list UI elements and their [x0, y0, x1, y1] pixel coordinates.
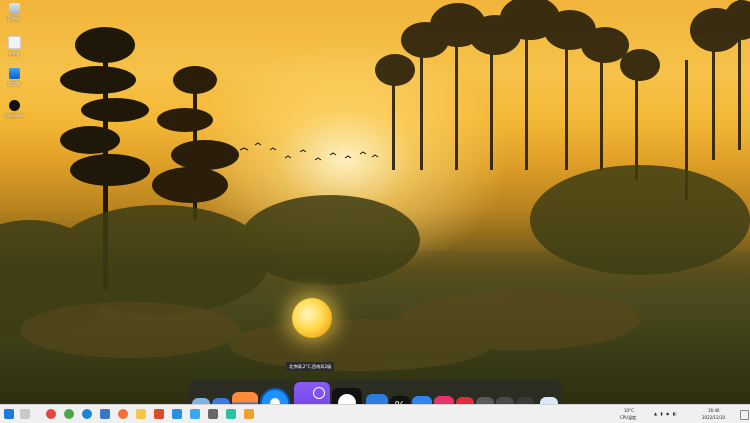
- clock-time[interactable]: 16:46: [708, 408, 720, 413]
- chrome-alt-icon[interactable]: [64, 409, 74, 419]
- desktop-icon-label: temp: [8, 51, 20, 56]
- tray-icons[interactable]: ▲ ▮ ◉ ◧: [654, 411, 694, 416]
- edge-icon[interactable]: [82, 409, 92, 419]
- desktop-icon-onedrive[interactable]: OneDrive: [2, 100, 26, 118]
- image-viewer-icon[interactable]: [208, 409, 218, 419]
- check-app-icon[interactable]: [190, 409, 200, 419]
- app2-icon[interactable]: [244, 409, 254, 419]
- desktop-icon-label: OneDrive: [4, 113, 24, 118]
- search-icon[interactable]: [20, 409, 30, 419]
- notification-icon[interactable]: [740, 410, 749, 420]
- desktop-icon-temp[interactable]: temp: [2, 36, 26, 56]
- firefox-icon[interactable]: [118, 409, 128, 419]
- sun-icon: [313, 387, 325, 399]
- office-icon[interactable]: [154, 409, 164, 419]
- computer-icon: [8, 68, 20, 79]
- desktop-icon-recycle-bin[interactable]: 回收站: [2, 3, 26, 22]
- chrome-icon[interactable]: [46, 409, 56, 419]
- clock-date[interactable]: 2022/12/10: [702, 415, 725, 420]
- desktop-icon-this-pc[interactable]: 此电脑: [2, 68, 26, 87]
- weather-tooltip: 北京晴,2°C,西南风2级: [286, 362, 335, 371]
- weather-text[interactable]: 10°C: [624, 408, 634, 413]
- onedrive-icon: [8, 100, 20, 111]
- recycle-bin-icon: [8, 3, 20, 14]
- desktop-icon-label: 此电脑: [8, 81, 20, 86]
- explorer-icon[interactable]: [100, 409, 110, 419]
- desktop-icon-label: 回收站: [8, 16, 20, 21]
- glowing-orb: [292, 298, 332, 338]
- windows-start-icon[interactable]: [4, 409, 14, 419]
- folder-icon[interactable]: [136, 409, 146, 419]
- desktop-wallpaper: [0, 0, 750, 404]
- folder-icon: [7, 36, 21, 49]
- p-app-icon[interactable]: [172, 409, 182, 419]
- forest-silhouette: [0, 0, 750, 371]
- weather-desc: CPU温度: [620, 415, 637, 420]
- app-icon[interactable]: [226, 409, 236, 419]
- windows-taskbar: 10°C CPU温度 ▲ ▮ ◉ ◧ 16:46 2022/12/10: [0, 404, 750, 423]
